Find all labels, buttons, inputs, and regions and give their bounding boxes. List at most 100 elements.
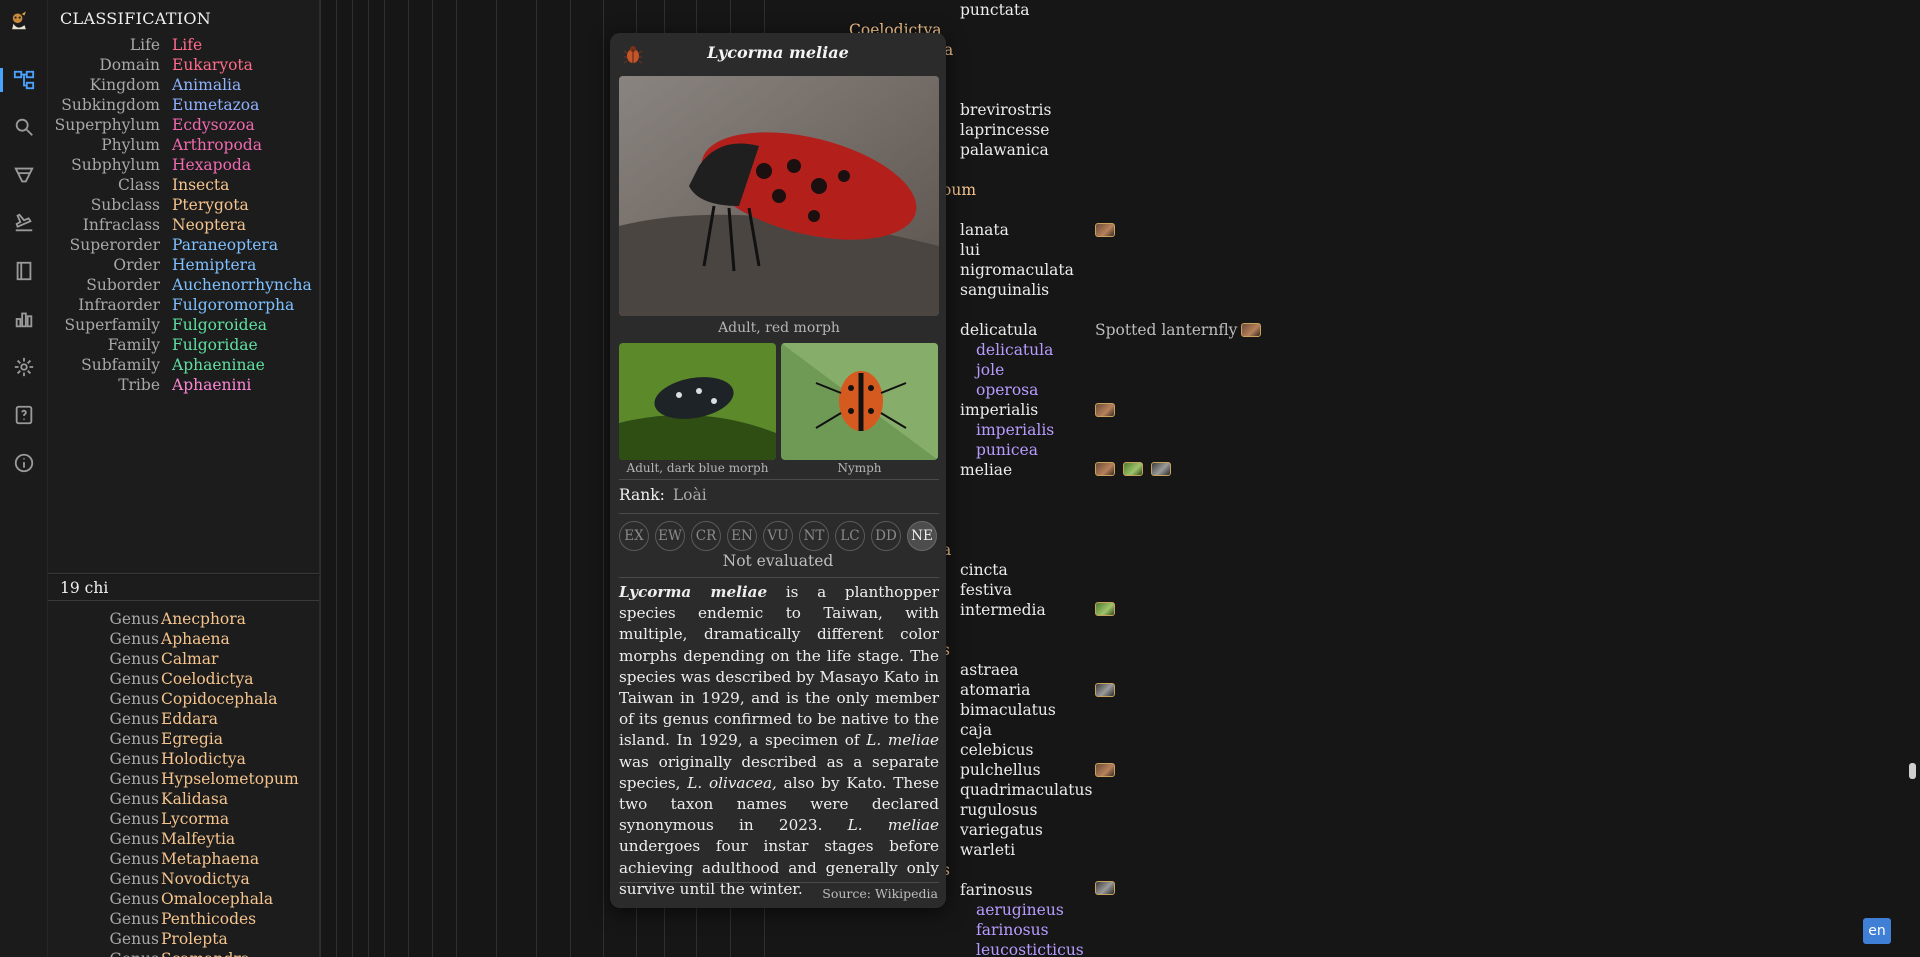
genus-link[interactable]: Coelodictya	[161, 669, 253, 689]
species-label[interactable]: farinosus	[960, 880, 1033, 900]
species-label[interactable]: warleti	[960, 840, 1015, 860]
photo-thumbnail-icon[interactable]	[1095, 763, 1115, 777]
genus-link[interactable]: Prolepta	[161, 929, 228, 949]
photo-thumbnail-icon[interactable]	[1095, 462, 1115, 476]
taxon-link[interactable]: Fulgoridae	[172, 335, 258, 355]
species-label[interactable]: meliae	[960, 460, 1012, 480]
genus-link[interactable]: Aphaena	[161, 629, 230, 649]
genus-link[interactable]: Holodictya	[161, 749, 246, 769]
child-row[interactable]: Genus Holodictya	[48, 749, 319, 769]
genus-label[interactable]: oum	[942, 180, 976, 200]
species-label[interactable]: festiva	[960, 580, 1012, 600]
species-label[interactable]: variegatus	[960, 820, 1043, 840]
photo-thumbnail-icon[interactable]	[1151, 462, 1171, 476]
species-label[interactable]: caja	[960, 720, 992, 740]
photo-nymph[interactable]	[781, 343, 938, 460]
main-photo[interactable]	[619, 76, 939, 316]
photo-thumbnail-icon[interactable]	[1095, 403, 1115, 417]
species-label[interactable]: astraea	[960, 660, 1019, 680]
child-row[interactable]: Genus Metaphaena	[48, 849, 319, 869]
child-row[interactable]: Genus Lycorma	[48, 809, 319, 829]
taxon-link[interactable]: Fulgoromorpha	[172, 295, 294, 315]
genus-link[interactable]: Calmar	[161, 649, 218, 669]
genus-link[interactable]: Lycorma	[161, 809, 229, 829]
taxon-link[interactable]: Insecta	[172, 175, 229, 195]
search-button[interactable]	[0, 107, 48, 147]
species-label[interactable]: quadrimaculatus	[960, 780, 1092, 800]
genus-link[interactable]: Metaphaena	[161, 849, 259, 869]
species-label[interactable]: atomaria	[960, 680, 1030, 700]
photo-thumbnail-icon[interactable]	[1241, 323, 1261, 337]
species-label[interactable]: brevirostris	[960, 100, 1051, 120]
classification-row[interactable]: Subkingdom Eumetazoa	[48, 95, 320, 115]
filter-button[interactable]	[0, 155, 48, 195]
classification-row[interactable]: Tribe Aphaenini	[48, 375, 320, 395]
species-label[interactable]: nigromaculata	[960, 260, 1074, 280]
photo-thumbnail-icon[interactable]	[1095, 881, 1115, 895]
classification-row[interactable]: Subfamily Aphaeninae	[48, 355, 320, 375]
species-label[interactable]: intermedia	[960, 600, 1046, 620]
tree-view-button[interactable]	[0, 60, 48, 100]
classification-row[interactable]: Kingdom Animalia	[48, 75, 320, 95]
subspecies-label[interactable]: operosa	[976, 380, 1038, 400]
classification-row[interactable]: Superphylum Ecdysozoa	[48, 115, 320, 135]
species-label[interactable]: laprincesse	[960, 120, 1049, 140]
classification-row[interactable]: Infraclass Neoptera	[48, 215, 320, 235]
child-row[interactable]: GenusScamandra	[48, 949, 319, 957]
source-link[interactable]: Source: Wikipedia	[822, 886, 938, 901]
help-button[interactable]	[0, 395, 48, 435]
photo-thumbnail-icon[interactable]	[1095, 223, 1115, 237]
flight-button[interactable]	[0, 203, 48, 243]
species-label[interactable]: sanguinalis	[960, 280, 1049, 300]
child-row[interactable]: Genus Malfeytia	[48, 829, 319, 849]
genus-link[interactable]: Omalocephala	[161, 889, 273, 909]
taxon-link[interactable]: Pterygota	[172, 195, 249, 215]
logo-icon[interactable]	[8, 10, 40, 42]
genus-link[interactable]: Novodictya	[161, 869, 250, 889]
taxon-link[interactable]: Eumetazoa	[172, 95, 259, 115]
settings-button[interactable]	[0, 347, 48, 387]
child-row[interactable]: Genus Omalocephala	[48, 889, 319, 909]
child-row[interactable]: Genus Kalidasa	[48, 789, 319, 809]
child-row[interactable]: Genus Penthicodes	[48, 909, 319, 929]
book-button[interactable]	[0, 251, 48, 291]
child-row[interactable]: Genus Novodictya	[48, 869, 319, 889]
classification-row[interactable]: Subclass Pterygota	[48, 195, 320, 215]
taxon-link[interactable]: Hexapoda	[172, 155, 251, 175]
species-label[interactable]: punctata	[960, 0, 1030, 20]
taxon-link[interactable]: Fulgoroidea	[172, 315, 267, 335]
classification-row[interactable]: Phylum Arthropoda	[48, 135, 320, 155]
species-label[interactable]: cincta	[960, 560, 1008, 580]
taxon-link[interactable]: Ecdysozoa	[172, 115, 255, 135]
taxon-link[interactable]: Eukaryota	[172, 55, 253, 75]
genus-link[interactable]: Scamandra	[161, 949, 250, 957]
child-row[interactable]: Genus Eddara	[48, 709, 319, 729]
child-row[interactable]: Genus Hypselometopum	[48, 769, 319, 789]
subspecies-label[interactable]: imperialis	[976, 420, 1054, 440]
species-label[interactable]: bimaculatus	[960, 700, 1056, 720]
child-row[interactable]: Genus Calmar	[48, 649, 319, 669]
species-label[interactable]: delicatula	[960, 320, 1037, 340]
classification-row[interactable]: Life Life	[48, 35, 320, 55]
taxon-link[interactable]: Animalia	[172, 75, 241, 95]
child-row[interactable]: Genus Aphaena	[48, 629, 319, 649]
photo-thumbnail-icon[interactable]	[1095, 683, 1115, 697]
subspecies-label[interactable]: delicatula	[976, 340, 1053, 360]
species-label[interactable]: rugulosus	[960, 800, 1037, 820]
classification-row[interactable]: Domain Eukaryota	[48, 55, 320, 75]
genus-link[interactable]: Kalidasa	[161, 789, 228, 809]
child-row[interactable]: Genus Prolepta	[48, 929, 319, 949]
taxon-link[interactable]: Neoptera	[172, 215, 246, 235]
child-row[interactable]: Genus Egregia	[48, 729, 319, 749]
language-button[interactable]: en	[1863, 918, 1891, 944]
classification-row[interactable]: Order Hemiptera	[48, 255, 320, 275]
photo-thumbnail-icon[interactable]	[1123, 462, 1143, 476]
taxon-link[interactable]: Aphaenini	[172, 375, 251, 395]
species-label[interactable]: lui	[960, 240, 980, 260]
info-button[interactable]	[0, 443, 48, 483]
classification-row[interactable]: Suborder Auchenorrhyncha	[48, 275, 320, 295]
child-row[interactable]: Genus Copidocephala	[48, 689, 319, 709]
taxon-link[interactable]: Aphaeninae	[172, 355, 265, 375]
genus-link[interactable]: Anecphora	[161, 609, 246, 629]
child-row[interactable]: Genus Coelodictya	[48, 669, 319, 689]
